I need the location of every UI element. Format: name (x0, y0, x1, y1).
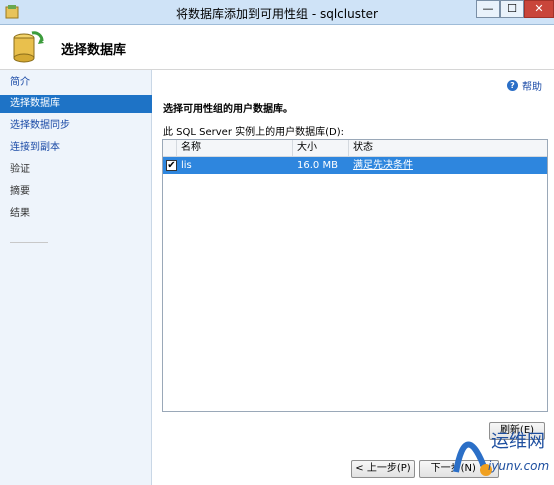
status-link[interactable]: 满足先决条件 (353, 160, 413, 171)
sidebar-item-results: 结果 (10, 208, 30, 219)
database-checkbox[interactable]: ✔ (166, 160, 177, 171)
sidebar-item-select-databases[interactable]: 选择数据库 (0, 95, 152, 113)
watermark-cn: 运维网 (491, 431, 545, 452)
help-icon: ? (507, 80, 518, 91)
sidebar-item-summary: 摘要 (10, 186, 30, 197)
status-cell: 满足先决条件 (349, 157, 547, 174)
database-icon (13, 31, 44, 63)
title-bar: 将数据库添加到可用性组 - sqlcluster — ☐ ✕ (0, 0, 554, 25)
database-size: 16.0 MB (297, 160, 338, 171)
help-link[interactable]: ? 帮助 (507, 78, 542, 93)
column-name[interactable]: 名称 (177, 140, 293, 156)
wizard-sidebar: 简介 选择数据库 选择数据同步 连接到副本 验证 摘要 结果 (0, 70, 152, 485)
table-row[interactable]: ✔ lis 16.0 MB 满足先决条件 (163, 157, 547, 174)
database-grid[interactable]: 名称 大小 状态 ✔ lis 16.0 MB 满足先决条件 (162, 139, 548, 412)
grid-label: 此 SQL Server 实例上的用户数据库(D): (163, 127, 344, 138)
database-name: lis (181, 160, 192, 171)
maximize-button[interactable]: ☐ (500, 0, 524, 18)
minimize-button[interactable]: — (476, 0, 500, 18)
column-status[interactable]: 状态 (349, 140, 547, 156)
watermark-url: iyunv.com (488, 459, 549, 473)
column-select (163, 140, 177, 156)
window-title: 将数据库添加到可用性组 - sqlcluster (176, 7, 378, 21)
page-header: 选择数据库 (0, 25, 554, 70)
sidebar-divider (10, 242, 48, 243)
sidebar-item-connect-replicas[interactable]: 连接到副本 (0, 139, 152, 157)
sidebar-item-data-sync[interactable]: 选择数据同步 (0, 117, 152, 135)
grid-header: 名称 大小 状态 (163, 140, 547, 157)
column-size[interactable]: 大小 (293, 140, 349, 156)
close-button[interactable]: ✕ (524, 0, 554, 18)
watermark-logo: 运维网 iyunv.com (453, 431, 549, 476)
previous-button[interactable]: < 上一步(P) (351, 460, 415, 478)
page-title: 选择数据库 (61, 43, 127, 58)
sidebar-item-validation: 验证 (10, 164, 30, 175)
help-label: 帮助 (522, 82, 542, 93)
sidebar-item-intro[interactable]: 简介 (0, 74, 152, 92)
section-title: 选择可用性组的用户数据库。 (163, 104, 293, 115)
